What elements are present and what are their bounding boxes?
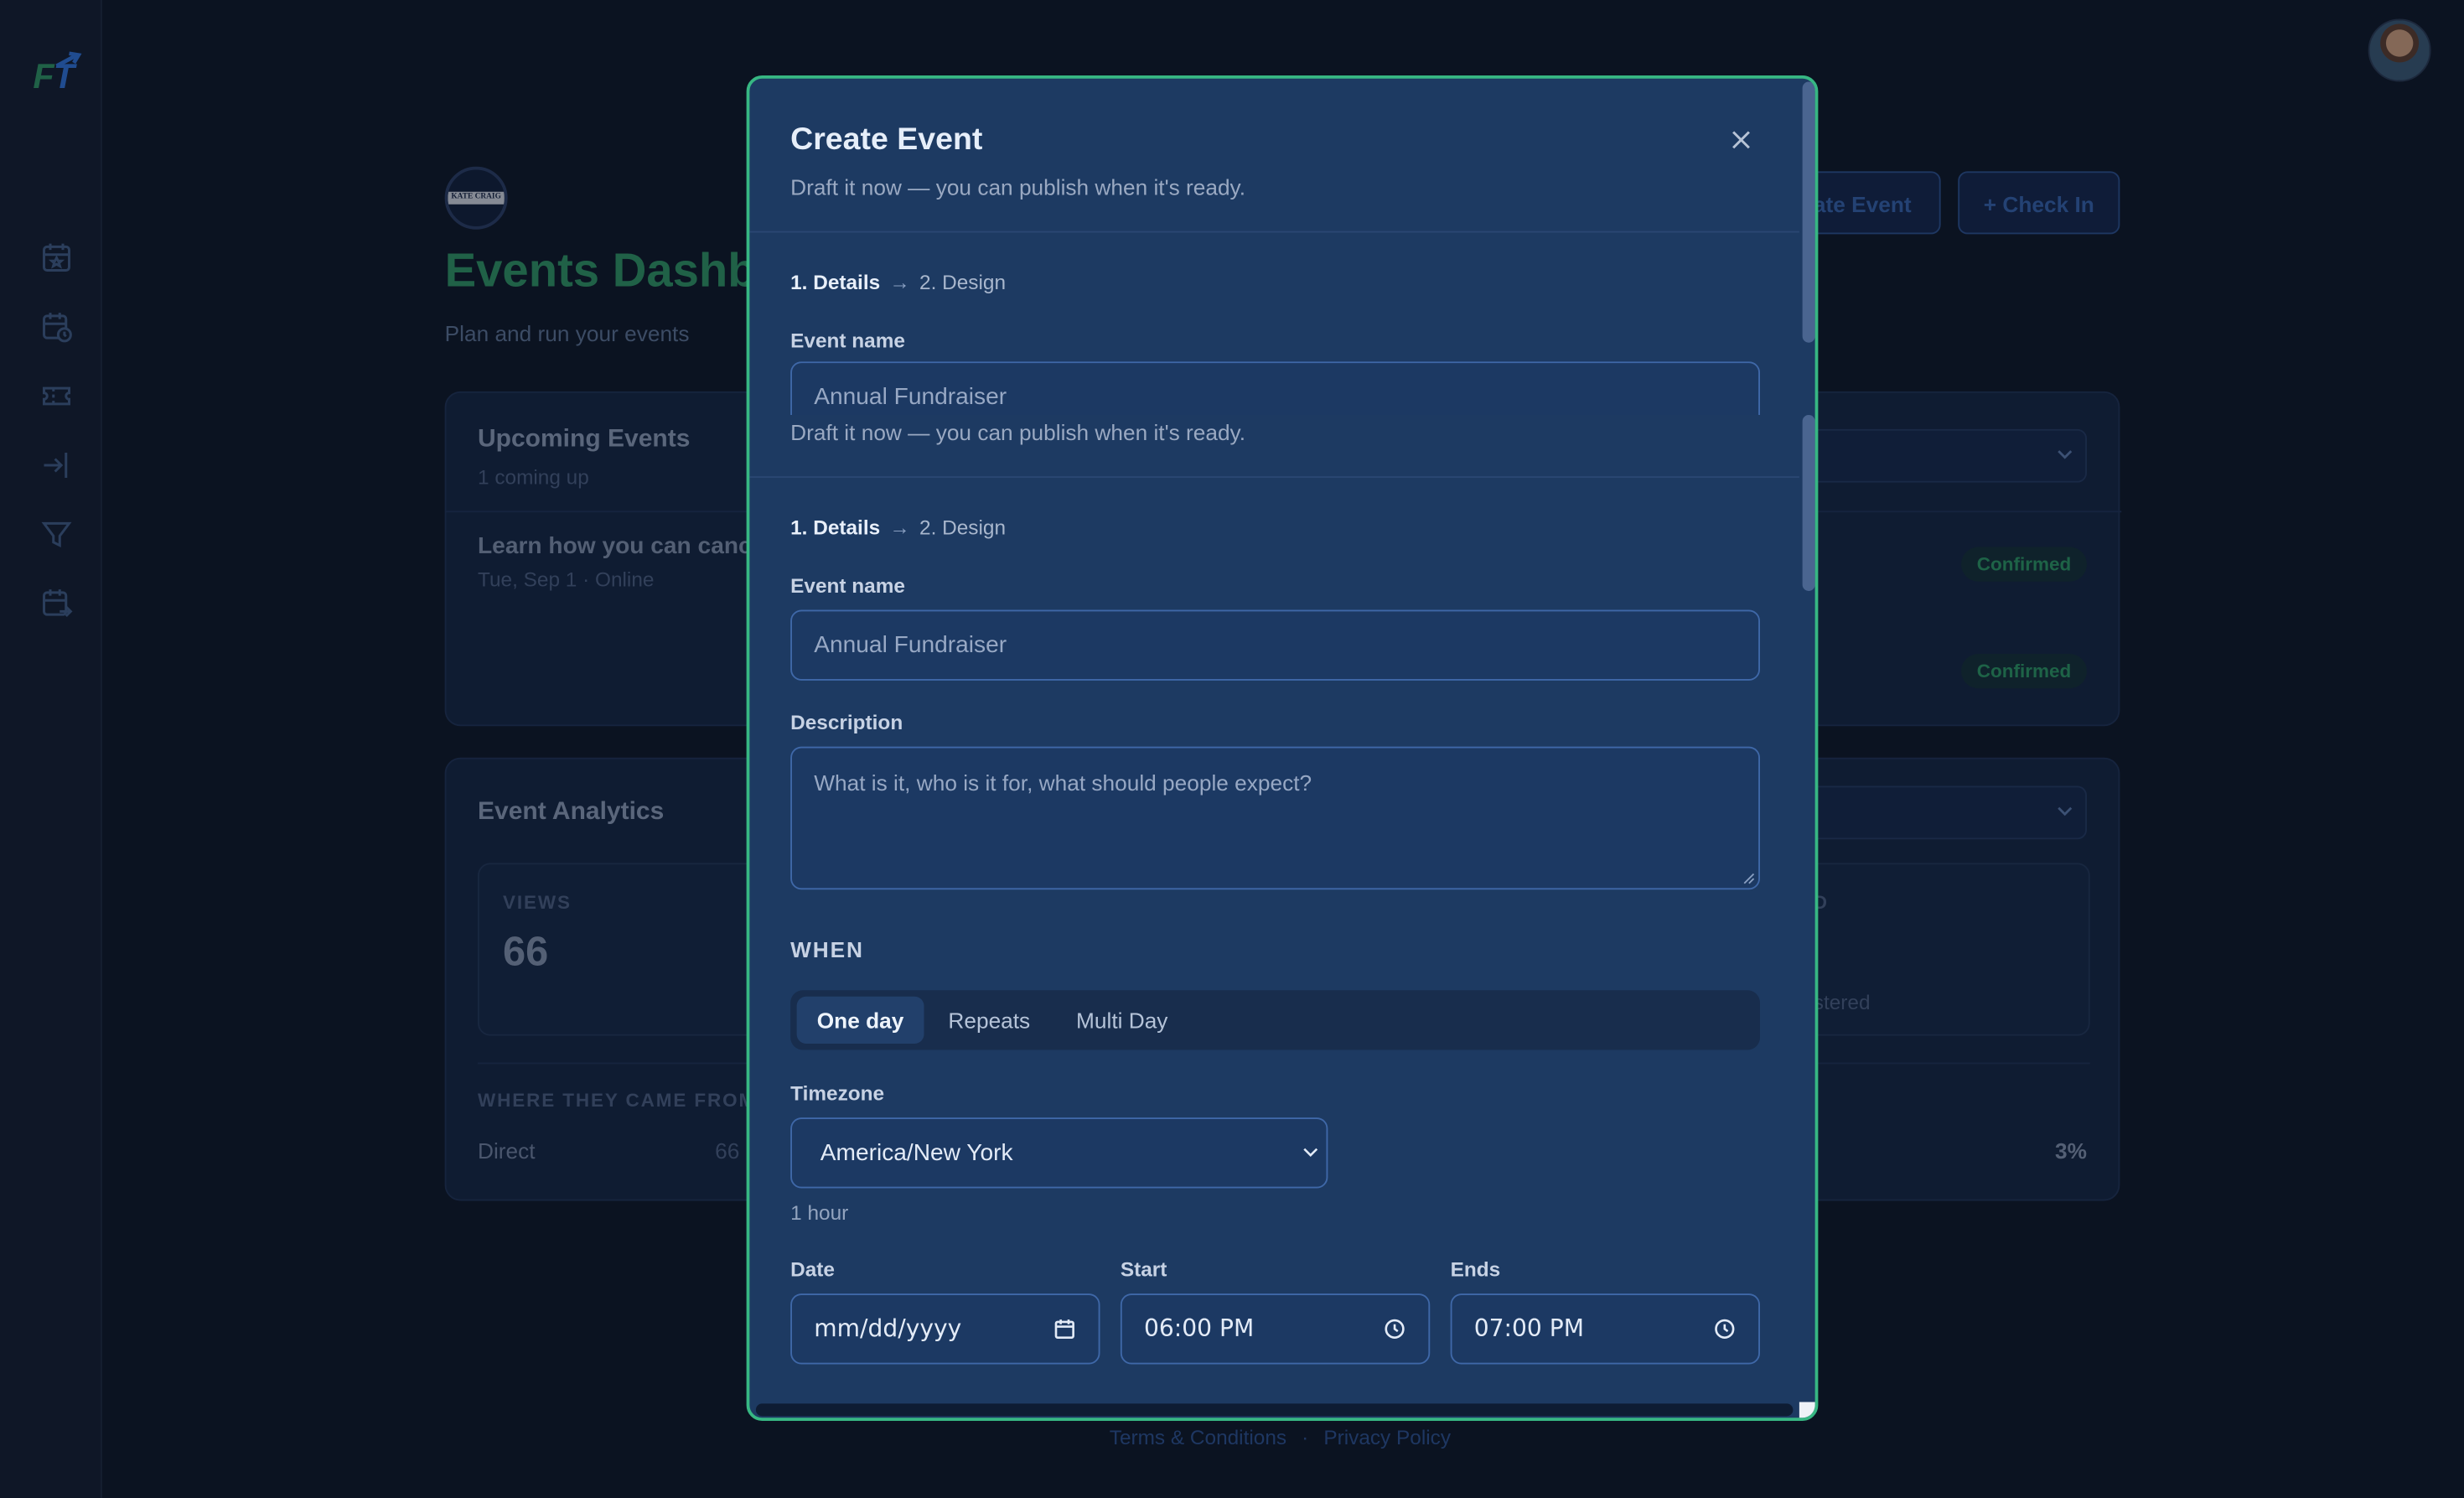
modal-divider [749, 476, 1799, 478]
timezone-label: Timezone [790, 1081, 885, 1106]
close-icon[interactable] [1727, 126, 1756, 154]
clock-icon[interactable] [1383, 1317, 1406, 1340]
create-event-modal: Create Event Draft it now — you can publ… [746, 75, 1819, 1421]
event-name-label: Event name [790, 573, 905, 598]
end-time-value: 07:00 PM [1473, 1314, 1584, 1343]
description-label: Description [790, 710, 903, 734]
chevron-down-icon [1303, 1148, 1318, 1157]
clock-icon[interactable] [1713, 1317, 1737, 1340]
timezone-value: America/New York [820, 1139, 1013, 1167]
end-time-input[interactable]: 07:00 PM [1450, 1293, 1760, 1365]
duration-hint: 1 hour [790, 1200, 849, 1225]
date-input[interactable]: mm/dd/yyyy [790, 1293, 1100, 1365]
modal-subtitle-repeat: Draft it now — you can publish when it's… [790, 419, 1246, 445]
app-root: F T KATE CRAIG Events Dashboard Plan and… [0, 0, 2464, 1498]
start-time-value: 06:00 PM [1144, 1314, 1255, 1343]
step-details: 1. Details [790, 516, 881, 540]
description-textarea[interactable]: What is it, who is it for, what should p… [790, 746, 1760, 890]
scroll-ghost-region: Annual Fundraiser [749, 361, 1799, 415]
step-design: 2. Design [919, 270, 1007, 294]
tab-one-day[interactable]: One day [796, 996, 924, 1044]
when-heading: WHEN [790, 936, 864, 962]
date-label: Date [790, 1257, 835, 1282]
resize-handle-icon[interactable] [1742, 873, 1755, 885]
tab-repeats[interactable]: Repeats [924, 997, 1055, 1044]
date-value: mm/dd/yyyy [814, 1314, 962, 1343]
arrow-right-icon: → [889, 516, 910, 540]
timezone-select[interactable]: America/New York [790, 1117, 1328, 1189]
calendar-icon[interactable] [1053, 1317, 1076, 1340]
modal-title: Create Event [790, 122, 983, 158]
event-name-input[interactable]: Annual Fundraiser [790, 361, 1760, 415]
ends-label: Ends [1450, 1257, 1501, 1282]
step-indicator: 1. Details → 2. Design [790, 516, 1006, 539]
event-name-label: Event name [790, 328, 905, 352]
vertical-scrollbar-thumb[interactable] [1802, 81, 1815, 343]
description-placeholder: What is it, who is it for, what should p… [814, 770, 1312, 796]
modal-divider [749, 231, 1799, 233]
horizontal-scrollbar[interactable] [755, 1403, 1794, 1417]
when-segmented-control: One day Repeats Multi Day [790, 990, 1760, 1050]
step-design: 2. Design [919, 516, 1007, 540]
arrow-right-icon: → [889, 270, 910, 294]
step-indicator: 1. Details → 2. Design [790, 271, 1006, 294]
tab-multi-day[interactable]: Multi Day [1054, 997, 1189, 1044]
start-label: Start [1120, 1257, 1167, 1282]
modal-subtitle: Draft it now — you can publish when it's… [790, 174, 1246, 200]
event-name-input[interactable]: Annual Fundraiser [790, 609, 1760, 681]
step-details: 1. Details [790, 270, 881, 294]
vertical-scrollbar-thumb[interactable] [1802, 415, 1815, 591]
start-time-input[interactable]: 06:00 PM [1120, 1293, 1431, 1365]
